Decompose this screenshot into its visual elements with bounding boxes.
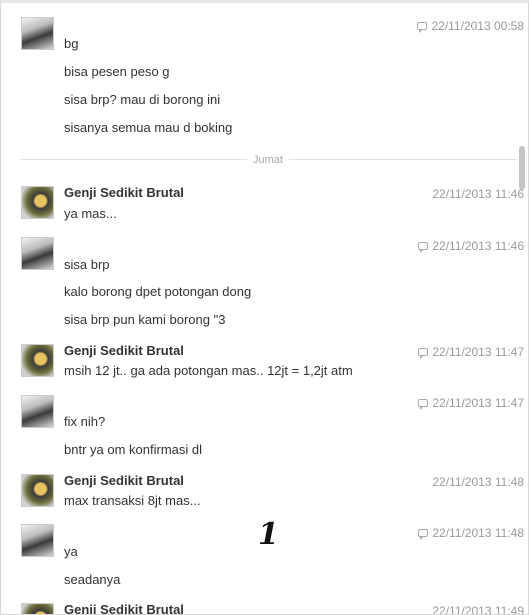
overlay-number: 1 [258, 517, 279, 552]
day-divider-label: Jumat [247, 154, 289, 166]
message-text: ya mas... [64, 206, 117, 221]
sender-name[interactable]: Genji Sedikit Brutal [64, 185, 184, 200]
message-timestamp: 22/11/2013 11:48 [418, 526, 524, 540]
message-text: max transaksi 8jt mas... [64, 493, 201, 508]
message-text: kalo borong dpet potongan dong [64, 284, 252, 299]
message-timestamp: 22/11/2013 11:47 [418, 345, 524, 359]
chat-window: 22/11/2013 00:58 bg bisa pesen peso g si… [0, 0, 529, 615]
avatar[interactable] [21, 186, 54, 219]
message-text: sisanya semua mau d boking [64, 120, 233, 135]
reply-bubble-icon[interactable] [418, 529, 429, 540]
message-text: bisa pesen peso g [64, 64, 170, 79]
sender-name[interactable]: Genji Sedikit Brutal [64, 602, 184, 614]
reply-bubble-icon[interactable] [418, 242, 429, 253]
message-text: msih 12 jt.. ga ada potongan mas.. 12jt … [64, 363, 353, 378]
sender-name[interactable]: Genji Sedikit Brutal [64, 473, 184, 488]
avatar[interactable] [21, 17, 54, 50]
reply-bubble-icon[interactable] [418, 348, 429, 359]
sender-name[interactable]: Genji Sedikit Brutal [64, 343, 184, 358]
avatar[interactable] [21, 395, 54, 428]
message-timestamp: 22/11/2013 11:49 [432, 604, 524, 615]
avatar[interactable] [21, 474, 54, 507]
message-text: seadanya [64, 572, 121, 587]
scrollbar-track[interactable] [518, 3, 526, 614]
message-timestamp: 22/11/2013 11:46 [418, 239, 524, 253]
reply-bubble-icon[interactable] [418, 399, 429, 410]
message-text: bntr ya om konfirmasi dl [64, 442, 202, 457]
message-text: sisa brp? mau di borong ini [64, 92, 221, 107]
message-text: bg [64, 36, 79, 51]
message-text: sisa brp pun kami borong "3 [64, 312, 226, 327]
message-timestamp: 22/11/2013 11:46 [432, 187, 524, 201]
avatar[interactable] [21, 603, 54, 614]
message-text: fix nih? [64, 414, 106, 429]
reply-bubble-icon[interactable] [417, 22, 428, 33]
message-text: sisa brp [64, 257, 110, 272]
message-text: ya [64, 544, 78, 559]
message-timestamp: 22/11/2013 00:58 [417, 19, 524, 33]
scrollbar-thumb[interactable] [519, 146, 525, 190]
message-timestamp: 22/11/2013 11:47 [418, 396, 524, 410]
avatar[interactable] [21, 344, 54, 377]
avatar[interactable] [21, 524, 54, 557]
message-timestamp: 22/11/2013 11:48 [432, 475, 524, 489]
avatar[interactable] [21, 237, 54, 270]
